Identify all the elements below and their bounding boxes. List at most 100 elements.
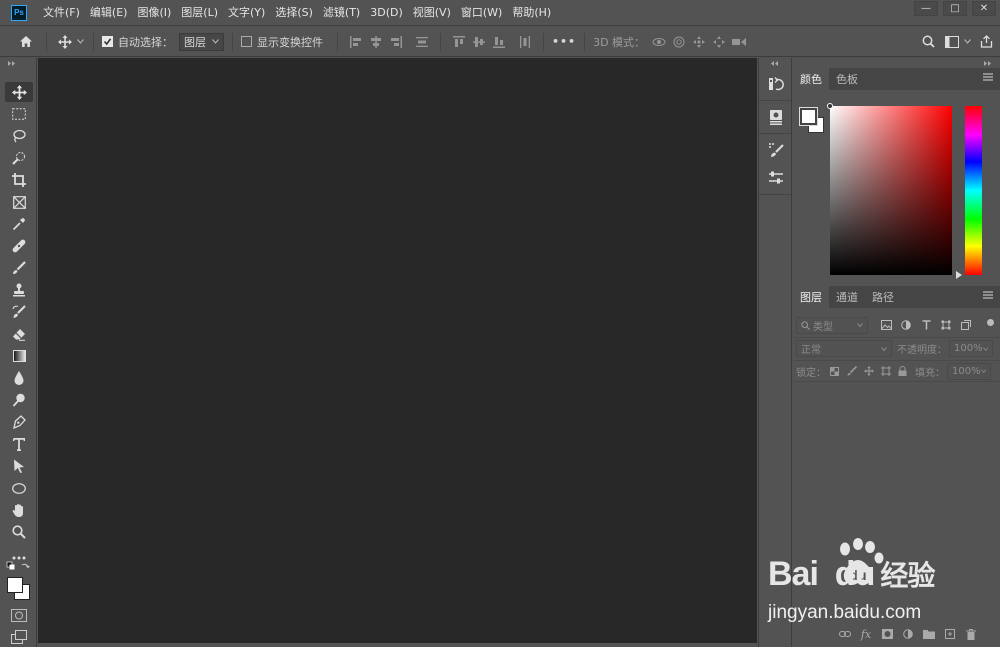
quick-mask-icon[interactable] <box>11 609 27 622</box>
menu-layer[interactable]: 图层(L) <box>176 0 223 26</box>
history-brush-tool-icon[interactable] <box>5 302 33 322</box>
home-icon[interactable] <box>16 32 36 52</box>
filter-shape-icon[interactable] <box>936 315 956 335</box>
3d-pan-icon[interactable] <box>689 32 709 52</box>
menu-select[interactable]: 选择(S) <box>270 0 318 26</box>
fill-field[interactable]: 100% <box>947 362 991 380</box>
3d-roll-icon[interactable] <box>669 32 689 52</box>
quick-selection-tool-icon[interactable] <box>5 148 33 168</box>
eraser-tool-icon[interactable] <box>5 324 33 344</box>
baidu-jingyan-watermark: du Bai du 经验 jingyan.baidu.com <box>768 538 958 628</box>
type-tool-icon[interactable] <box>5 434 33 454</box>
blend-mode-dropdown[interactable]: 正常 <box>796 340 892 357</box>
hand-tool-icon[interactable] <box>5 500 33 520</box>
menu-edit[interactable]: 编辑(E) <box>85 0 133 26</box>
screen-mode-icon[interactable] <box>11 630 27 644</box>
path-selection-tool-icon[interactable] <box>5 456 33 476</box>
lasso-tool-icon[interactable] <box>5 126 33 146</box>
photoshop-logo: Ps <box>11 4 27 21</box>
adjustments-panel-icon[interactable] <box>759 164 793 192</box>
gradient-tool-icon[interactable] <box>5 346 33 366</box>
share-icon[interactable] <box>976 32 996 52</box>
delete-layer-icon[interactable] <box>964 624 978 644</box>
eyedropper-tool-icon[interactable] <box>5 214 33 234</box>
lock-all-icon[interactable] <box>894 361 911 381</box>
menu-type[interactable]: 文字(Y) <box>223 0 270 26</box>
brush-settings-panel-icon[interactable] <box>759 136 793 164</box>
align-horizontal-center-icon[interactable] <box>366 32 386 52</box>
hue-slider[interactable] <box>965 106 982 275</box>
lock-transparent-pixels-icon[interactable] <box>826 361 843 381</box>
tab-color[interactable]: 颜色 <box>793 68 829 90</box>
menu-view[interactable]: 视图(V) <box>408 0 456 26</box>
marquee-tool-icon[interactable] <box>5 104 33 124</box>
frame-tool-icon[interactable] <box>5 192 33 212</box>
blur-tool-icon[interactable] <box>5 368 33 388</box>
history-panel-icon[interactable] <box>759 70 793 98</box>
lock-position-icon[interactable] <box>860 361 877 381</box>
tab-swatches[interactable]: 色板 <box>829 68 865 90</box>
3d-slide-icon[interactable] <box>709 32 729 52</box>
opacity-field[interactable]: 100% <box>949 340 993 357</box>
menu-help[interactable]: 帮助(H) <box>507 0 556 26</box>
filter-pixel-icon[interactable] <box>876 315 896 335</box>
search-icon[interactable] <box>918 32 938 52</box>
align-left-icon[interactable] <box>346 32 366 52</box>
document-canvas-area[interactable] <box>38 58 757 643</box>
color-saturation-field[interactable] <box>827 103 952 275</box>
menu-3d[interactable]: 3D(D) <box>365 0 408 26</box>
properties-panel-icon[interactable] <box>759 103 793 131</box>
collapse-arrows-icon[interactable] <box>0 58 36 68</box>
crop-tool-icon[interactable] <box>5 170 33 190</box>
align-bottom-icon[interactable] <box>489 32 509 52</box>
hue-slider-handle-icon[interactable] <box>956 271 962 279</box>
3d-scale-icon[interactable] <box>729 32 749 52</box>
lock-image-pixels-icon[interactable] <box>843 361 860 381</box>
collapse-arrows-icon[interactable] <box>793 58 1000 68</box>
filter-type-icon[interactable] <box>916 315 936 335</box>
minimize-button[interactable]: — <box>914 1 938 16</box>
lock-artboard-icon[interactable] <box>877 361 894 381</box>
filter-smart-object-icon[interactable] <box>956 315 976 335</box>
chevron-down-icon[interactable] <box>962 32 972 52</box>
menu-filter[interactable]: 滤镜(T) <box>318 0 365 26</box>
more-options-button[interactable]: ••• <box>552 35 576 48</box>
foreground-background-swatch[interactable] <box>6 576 32 602</box>
auto-select-checkbox[interactable] <box>102 36 113 47</box>
menu-window[interactable]: 窗口(W) <box>456 0 507 26</box>
color-panel-swatch[interactable] <box>799 107 826 136</box>
layer-filter-dropdown[interactable]: 类型 <box>796 316 868 334</box>
ellipse-tool-icon[interactable] <box>5 478 33 498</box>
filter-toggle-icon[interactable] <box>987 319 994 326</box>
healing-brush-tool-icon[interactable] <box>5 236 33 256</box>
distribute-vertical-icon[interactable] <box>412 32 432 52</box>
maximize-button[interactable]: □ <box>943 1 967 16</box>
pen-tool-icon[interactable] <box>5 412 33 432</box>
filter-adjustment-icon[interactable] <box>896 315 916 335</box>
move-tool-preset-icon[interactable] <box>55 32 75 52</box>
panel-menu-icon[interactable] <box>983 291 993 299</box>
default-colors-icon[interactable] <box>6 561 32 573</box>
brush-tool-icon[interactable] <box>5 258 33 278</box>
collapse-arrows-icon[interactable] <box>759 58 791 68</box>
chevron-down-icon[interactable] <box>75 32 85 52</box>
auto-select-target-dropdown[interactable]: 图层 <box>179 32 224 51</box>
align-vertical-center-icon[interactable] <box>469 32 489 52</box>
workspace-icon[interactable] <box>942 32 962 52</box>
distribute-horizontal-icon[interactable] <box>515 32 535 52</box>
move-tool-icon[interactable] <box>5 82 33 102</box>
show-transform-controls-checkbox[interactable] <box>241 36 252 47</box>
align-top-icon[interactable] <box>449 32 469 52</box>
tab-channels[interactable]: 通道 <box>829 286 865 308</box>
close-button[interactable]: ✕ <box>972 1 996 16</box>
menu-image[interactable]: 图像(I) <box>132 0 176 26</box>
panel-menu-icon[interactable] <box>983 73 993 81</box>
tab-paths[interactable]: 路径 <box>865 286 901 308</box>
zoom-tool-icon[interactable] <box>5 522 33 542</box>
clone-stamp-tool-icon[interactable] <box>5 280 33 300</box>
align-right-icon[interactable] <box>386 32 406 52</box>
dodge-tool-icon[interactable] <box>5 390 33 410</box>
3d-orbit-icon[interactable] <box>649 32 669 52</box>
menu-file[interactable]: 文件(F) <box>38 0 85 26</box>
tab-layers[interactable]: 图层 <box>793 286 829 308</box>
